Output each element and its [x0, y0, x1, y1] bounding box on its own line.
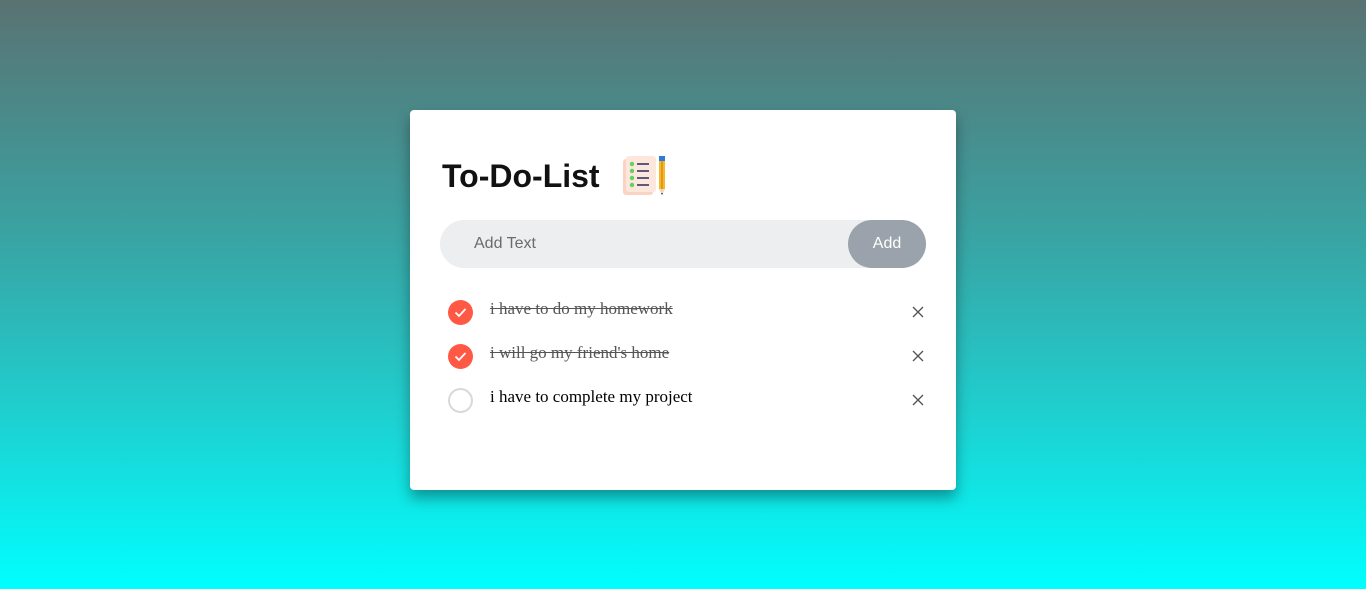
checkmark-icon	[454, 308, 467, 318]
close-icon[interactable]	[908, 302, 928, 322]
task-list: i have to do my homework i will go my fr…	[448, 290, 928, 422]
task-item[interactable]: i will go my friend's home	[448, 334, 928, 378]
task-item[interactable]: i have to complete my project	[448, 378, 928, 422]
close-icon[interactable]	[908, 390, 928, 410]
app-title: To-Do-List	[442, 158, 600, 194]
task-item[interactable]: i have to do my homework	[448, 290, 928, 334]
add-button[interactable]: Add	[848, 220, 926, 268]
task-text: i have to do my homework	[490, 299, 673, 318]
checkmark-icon	[454, 352, 467, 362]
task-text: i will go my friend's home	[490, 343, 670, 362]
close-icon[interactable]	[908, 346, 928, 366]
checked-circle-icon[interactable]	[448, 344, 473, 369]
unchecked-circle-icon[interactable]	[448, 388, 473, 413]
add-task-row: Add	[440, 220, 926, 268]
checked-circle-icon[interactable]	[448, 300, 473, 325]
todo-app-card: To-Do-List Add Text Add i have to do my …	[410, 110, 956, 490]
todo-list-notepad-pencil-icon	[622, 156, 665, 195]
task-text: i have to complete my project	[490, 387, 693, 406]
app-header: To-Do-List	[442, 154, 668, 198]
task-input[interactable]	[440, 220, 848, 268]
